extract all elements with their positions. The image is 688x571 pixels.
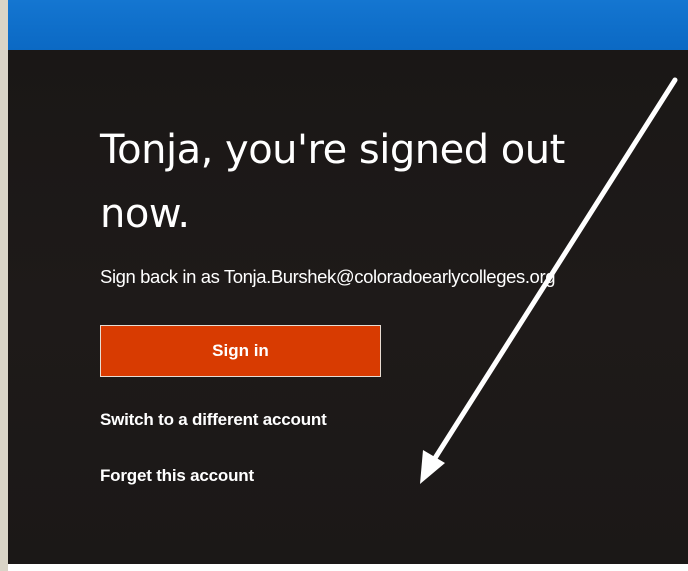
switch-account-link[interactable]: Switch to a different account [100, 410, 327, 430]
sign-in-button[interactable]: Sign in [100, 325, 381, 377]
page-title: Tonja, you're signed out now. [100, 127, 565, 237]
sign-in-button-label: Sign in [212, 341, 269, 360]
forget-account-link[interactable]: Forget this account [100, 466, 254, 486]
screenshot-frame: Tonja, you're signed out now. Sign back … [0, 0, 688, 571]
bottom-edge [8, 564, 688, 571]
sign-back-in-text: Sign back in as Tonja.Burshek@coloradoea… [100, 266, 556, 287]
top-banner [8, 0, 688, 50]
window-left-edge [0, 0, 8, 571]
